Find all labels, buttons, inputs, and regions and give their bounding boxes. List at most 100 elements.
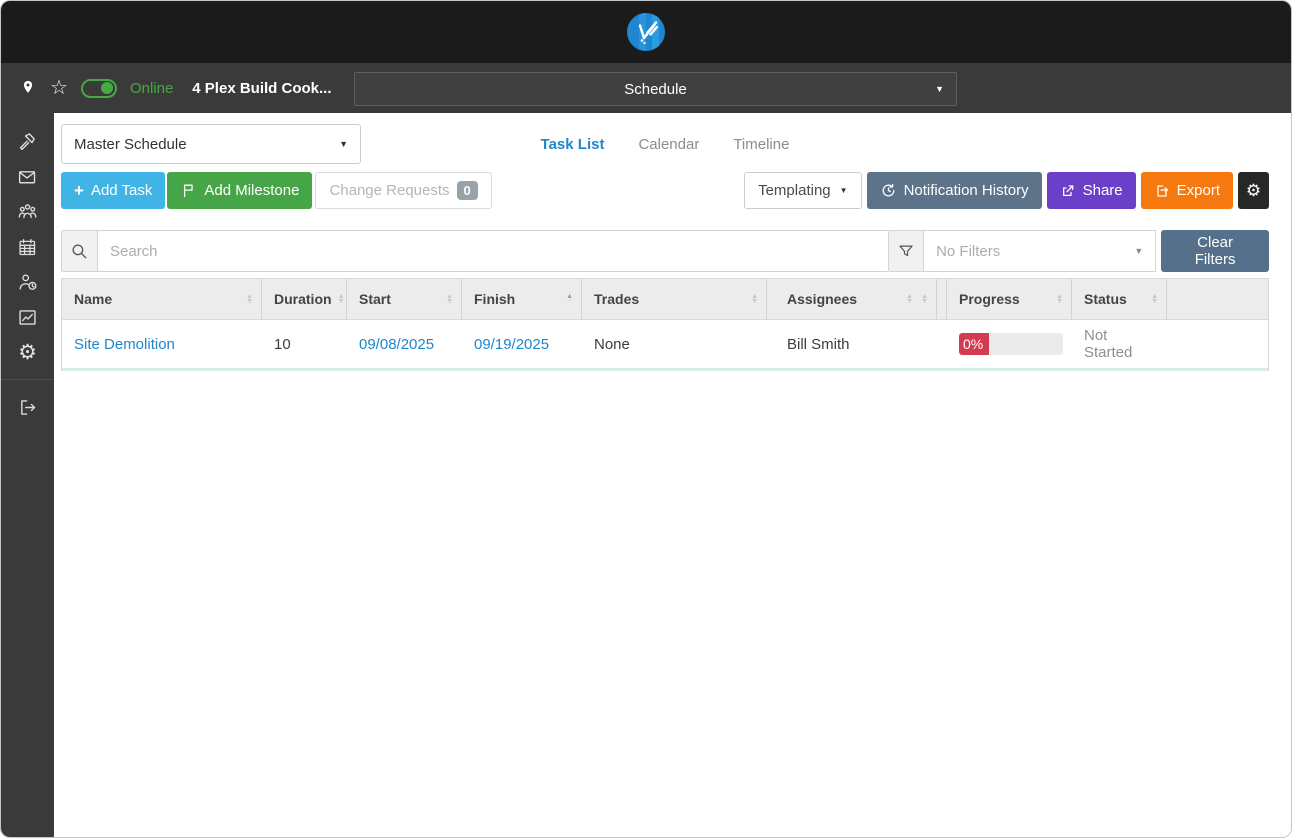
notification-history-button[interactable]: Notification History bbox=[866, 172, 1042, 209]
share-button[interactable]: Share bbox=[1046, 172, 1136, 209]
sort-icon[interactable]: ▲ ▼ bbox=[900, 293, 913, 305]
gear-icon: ⚙ bbox=[18, 340, 37, 364]
tab-task-list[interactable]: Task List bbox=[541, 136, 605, 153]
coconstruct-logo[interactable] bbox=[627, 13, 665, 51]
sort-icon[interactable]: ▲ ▼ bbox=[440, 293, 453, 305]
search-icon bbox=[72, 243, 87, 259]
sidebar-item-time-clock[interactable] bbox=[1, 265, 54, 299]
spacer-cell bbox=[937, 320, 947, 368]
calendar-icon bbox=[19, 238, 36, 255]
column-header-name[interactable]: Name ▲ ▼ bbox=[62, 279, 262, 319]
task-finish-cell: 09/19/2025 bbox=[462, 320, 582, 368]
sidebar: ⚙ bbox=[1, 113, 54, 837]
project-name[interactable]: 4 Plex Build Cook... bbox=[192, 80, 331, 97]
progress-bar-fill: 0% bbox=[959, 333, 989, 355]
plus-icon: + bbox=[74, 181, 84, 200]
sidebar-item-contacts[interactable] bbox=[1, 195, 54, 229]
column-header-trades[interactable]: Trades ▲ ▼ bbox=[582, 279, 767, 319]
sidebar-item-messages[interactable] bbox=[1, 160, 54, 194]
team-icon bbox=[18, 204, 36, 219]
sort-icon-active[interactable]: ▲ ▼ bbox=[560, 293, 573, 305]
column-header-finish[interactable]: Finish ▲ ▼ bbox=[462, 279, 582, 319]
add-milestone-button[interactable]: Add Milestone bbox=[167, 172, 313, 209]
column-header-progress[interactable]: Progress ▲ ▼ bbox=[947, 279, 1072, 319]
sort-icon[interactable]: ▲ ▼ bbox=[1145, 293, 1158, 305]
sort-icon[interactable]: ▲ ▼ bbox=[332, 293, 345, 305]
sort-icon[interactable]: ▲ ▼ bbox=[745, 293, 758, 305]
task-progress-cell: 0% bbox=[947, 320, 1072, 368]
caret-down-icon: ▼ bbox=[339, 139, 348, 149]
table-header-row: Name ▲ ▼ Duration ▲ ▼ Start ▲ ▼ Finish ▲ ▼ T… bbox=[62, 279, 1268, 320]
logout-icon bbox=[21, 399, 36, 415]
search-icon-box bbox=[62, 231, 98, 271]
project-bar: ☆ Online 4 Plex Build Cook... Schedule ▼ bbox=[1, 63, 1291, 113]
share-icon bbox=[1062, 184, 1073, 196]
action-row-right: Templating ▼ Notification History Share bbox=[744, 172, 1269, 209]
filters-dropdown[interactable]: No Filters ▼ bbox=[924, 230, 1157, 272]
column-header-assignees[interactable]: Assignees ▲ ▼ ▲ ▼ bbox=[767, 279, 937, 319]
task-start-cell: 09/08/2025 bbox=[347, 320, 462, 368]
change-requests-count-badge: 0 bbox=[456, 181, 478, 200]
main-content: Master Schedule ▼ Task List Calendar Tim… bbox=[54, 113, 1291, 837]
clear-filters-button[interactable]: Clear Filters bbox=[1161, 230, 1269, 272]
task-finish-link[interactable]: 09/19/2025 bbox=[474, 336, 549, 353]
sidebar-item-calendar[interactable] bbox=[1, 230, 54, 264]
task-name-link[interactable]: Site Demolition bbox=[74, 336, 175, 353]
location-pin-icon[interactable] bbox=[19, 78, 37, 98]
caret-down-icon: ▼ bbox=[1134, 246, 1144, 256]
flag-icon bbox=[184, 184, 194, 198]
hammer-icon bbox=[19, 132, 35, 150]
mail-icon bbox=[18, 170, 36, 183]
column-header-start[interactable]: Start ▲ ▼ bbox=[347, 279, 462, 319]
top-bar bbox=[1, 1, 1291, 63]
page-dropdown[interactable]: Schedule ▼ bbox=[354, 72, 957, 106]
filter-row: No Filters ▼ Clear Filters bbox=[61, 230, 1269, 272]
filters-dropdown-value: No Filters bbox=[936, 242, 1001, 260]
view-row: Master Schedule ▼ Task List Calendar Tim… bbox=[61, 124, 1269, 164]
funnel-icon bbox=[899, 245, 913, 257]
schedule-settings-button[interactable]: ⚙ bbox=[1238, 172, 1269, 209]
sort-icon[interactable]: ▲ ▼ bbox=[915, 293, 928, 305]
chart-icon bbox=[19, 309, 36, 325]
caret-down-icon: ▼ bbox=[839, 186, 848, 195]
task-duration-cell: 10 bbox=[274, 335, 291, 353]
templating-button[interactable]: Templating ▼ bbox=[744, 172, 862, 209]
progress-bar[interactable]: 0% bbox=[959, 333, 1063, 355]
sidebar-divider bbox=[1, 379, 54, 380]
online-toggle[interactable] bbox=[80, 78, 117, 98]
sidebar-item-settings[interactable]: ⚙ bbox=[1, 335, 54, 369]
change-requests-label: Change Requests bbox=[329, 182, 450, 199]
templating-label: Templating bbox=[758, 182, 831, 199]
clear-filters-label: Clear Filters bbox=[1194, 234, 1236, 268]
spacer-column bbox=[937, 279, 947, 319]
search-input[interactable] bbox=[98, 231, 888, 271]
tab-calendar[interactable]: Calendar bbox=[638, 136, 699, 153]
tab-timeline[interactable]: Timeline bbox=[733, 136, 789, 153]
task-trades-cell: None bbox=[594, 335, 630, 353]
share-label: Share bbox=[1082, 182, 1123, 199]
sidebar-item-logout[interactable] bbox=[1, 390, 54, 424]
task-assignees-cell: Bill Smith bbox=[787, 335, 850, 353]
gear-icon: ⚙ bbox=[1245, 180, 1262, 200]
toggle-knob bbox=[100, 82, 113, 94]
schedule-select[interactable]: Master Schedule ▼ bbox=[61, 124, 361, 164]
export-button[interactable]: Export bbox=[1140, 172, 1233, 209]
change-requests-button[interactable]: Change Requests 0 bbox=[315, 172, 492, 209]
filter-funnel-box[interactable] bbox=[888, 230, 925, 272]
sort-icon[interactable]: ▲ ▼ bbox=[1050, 293, 1063, 305]
sort-icon[interactable]: ▲ ▼ bbox=[240, 293, 253, 305]
page-dropdown-value: Schedule bbox=[624, 80, 687, 98]
task-start-link[interactable]: 09/08/2025 bbox=[359, 336, 434, 353]
search-box bbox=[61, 230, 889, 272]
column-header-duration[interactable]: Duration ▲ ▼ bbox=[262, 279, 347, 319]
task-status-cell: Not Started bbox=[1084, 327, 1133, 361]
sidebar-item-reports[interactable] bbox=[1, 300, 54, 334]
schedule-select-value: Master Schedule bbox=[74, 135, 187, 153]
sidebar-item-jobs[interactable] bbox=[1, 125, 54, 159]
add-task-button[interactable]: + Add Task bbox=[61, 172, 166, 209]
favorite-star-icon[interactable]: ☆ bbox=[50, 78, 68, 98]
caret-down-icon: ▼ bbox=[935, 84, 944, 94]
export-label: Export bbox=[1176, 182, 1220, 199]
add-task-label: Add Task bbox=[90, 182, 153, 199]
column-header-status[interactable]: Status ▲ ▼ bbox=[1072, 279, 1167, 319]
